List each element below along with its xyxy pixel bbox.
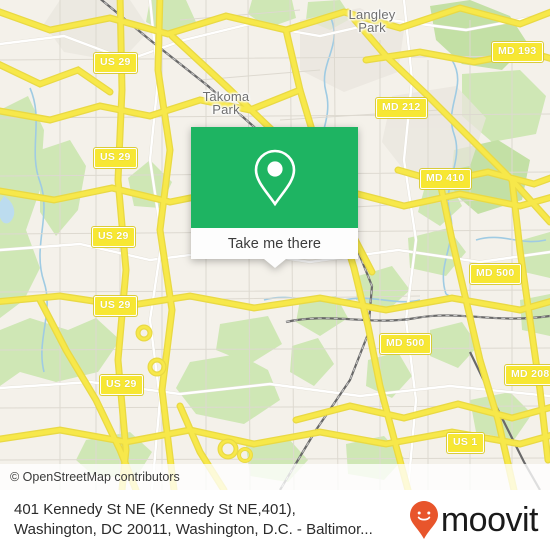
address-text: 401 Kennedy St NE (Kennedy St NE,401), W… <box>14 501 373 538</box>
map-attribution: © OpenStreetMap contributors <box>0 464 550 490</box>
highway-shield: MD 208 <box>505 365 550 385</box>
highway-shield: US 29 <box>94 296 137 316</box>
take-me-there-button[interactable]: Take me there <box>191 228 358 268</box>
highway-shield: MD 500 <box>380 334 431 354</box>
callout-image-area <box>191 127 358 228</box>
highway-shield: MD 193 <box>492 42 543 62</box>
location-callout[interactable]: Take me there <box>191 127 358 268</box>
highway-shield: US 1 <box>447 433 484 453</box>
highway-shield: US 29 <box>92 227 135 247</box>
highway-shield: US 29 <box>94 53 137 73</box>
footer-bar: 401 Kennedy St NE (Kennedy St NE,401), W… <box>0 490 550 550</box>
highway-shield: US 29 <box>100 375 143 395</box>
map-pin-icon <box>252 148 298 208</box>
highway-shield: MD 500 <box>470 264 521 284</box>
highway-shield: MD 212 <box>376 98 427 118</box>
highway-shield: MD 410 <box>420 169 471 189</box>
attribution-text: © OpenStreetMap contributors <box>10 470 180 484</box>
moovit-map-card: .rd { stroke:#f7e84a; stroke-linecap:rou… <box>0 0 550 550</box>
highway-shield: US 29 <box>94 148 137 168</box>
take-me-there-label: Take me there <box>227 235 322 252</box>
moovit-logo[interactable]: moovit <box>409 500 539 540</box>
moovit-wordmark: moovit <box>440 501 539 539</box>
moovit-pin-smiley-icon <box>409 500 439 540</box>
callout-tail <box>263 259 286 268</box>
